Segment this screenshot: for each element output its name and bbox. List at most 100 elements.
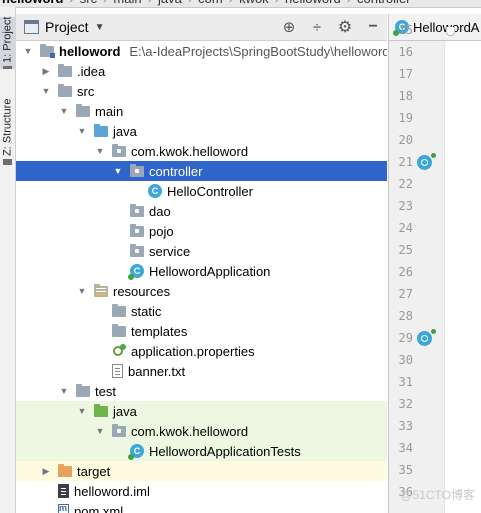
tree-node-banner-txt[interactable]: banner.txt bbox=[16, 361, 387, 381]
breadcrumb-separator-icon: › bbox=[148, 0, 152, 6]
tree-node-pojo[interactable]: pojo bbox=[16, 221, 387, 241]
iml-file-icon bbox=[58, 484, 69, 498]
navigation-breadcrumb: helloword › src › main › java › com › kwok › hellowo… bbox=[0, 0, 481, 8]
collapse-arrow-icon[interactable]: ▶ bbox=[40, 466, 52, 477]
breadcrumb-item[interactable]: com bbox=[198, 0, 223, 6]
fold-marker-icon[interactable] bbox=[446, 27, 455, 36]
tree-node-label: .idea bbox=[77, 63, 106, 79]
tree-node-main[interactable]: ▼ main bbox=[16, 101, 387, 121]
left-tool-strip: 1: Project Z: Structure bbox=[0, 7, 16, 513]
project-tool-icon bbox=[3, 66, 12, 69]
source-folder-icon bbox=[94, 123, 108, 137]
tree-node-templates[interactable]: templates bbox=[16, 321, 387, 341]
structure-tool-tab[interactable]: Z: Structure bbox=[0, 99, 16, 165]
package-icon bbox=[130, 163, 144, 177]
line-number: 16 bbox=[398, 45, 413, 59]
split-icon[interactable]: ÷ bbox=[303, 19, 331, 36]
breadcrumb-separator-icon: › bbox=[229, 0, 233, 6]
tree-node-java[interactable]: ▼ java bbox=[16, 121, 387, 141]
breadcrumb-item[interactable]: kwok bbox=[239, 0, 269, 6]
line-number: 23 bbox=[398, 199, 413, 213]
spring-bean-gutter-icon[interactable] bbox=[417, 329, 436, 346]
expand-arrow-icon[interactable]: ▼ bbox=[76, 406, 88, 416]
line-number: 32 bbox=[398, 397, 413, 411]
tree-node-label: src bbox=[77, 83, 95, 99]
tree-node-hellowordapplicationtests[interactable]: C HellowordApplicationTests bbox=[16, 441, 387, 461]
expand-arrow-icon[interactable]: ▼ bbox=[94, 146, 106, 156]
expand-arrow-icon[interactable]: ▼ bbox=[22, 46, 34, 56]
expand-arrow-icon[interactable]: ▼ bbox=[94, 426, 106, 436]
tree-node-label: test bbox=[95, 383, 116, 399]
tree-node-test[interactable]: ▼ test bbox=[16, 381, 387, 401]
project-tree[interactable]: ▼ helloword E:\a-IdeaProjects\SpringBootSt… bbox=[16, 41, 387, 513]
tree-node-service[interactable]: service bbox=[16, 241, 387, 261]
gear-icon[interactable]: ⚙ bbox=[331, 17, 359, 37]
breadcrumb-item[interactable]: src bbox=[80, 0, 97, 6]
tree-node-label: HellowordApplicationTests bbox=[149, 443, 301, 459]
expand-arrow-icon[interactable]: ▼ bbox=[112, 166, 124, 176]
tree-node-hellowordapplication[interactable]: C HellowordApplication bbox=[16, 261, 387, 281]
structure-tool-icon bbox=[3, 159, 12, 165]
tree-node-hellocontroller[interactable]: C HelloController bbox=[16, 181, 387, 201]
breadcrumb-item[interactable]: main bbox=[113, 0, 141, 6]
spring-bean-gutter-icon[interactable] bbox=[417, 153, 436, 170]
resources-folder-icon bbox=[94, 283, 108, 297]
tree-node-controller[interactable]: ▼ controller bbox=[16, 161, 387, 181]
tree-node-application-properties[interactable]: application.properties bbox=[16, 341, 387, 361]
breadcrumb-item[interactable]: java bbox=[158, 0, 182, 6]
tree-node-com-kwok-helloword[interactable]: ▼ com.kwok.helloword bbox=[16, 421, 387, 441]
breadcrumb-item[interactable]: helloword bbox=[2, 0, 63, 6]
project-panel-header: Project ▼ ⊕ ÷ ⚙ − bbox=[16, 14, 387, 41]
collapse-arrow-icon[interactable]: ▶ bbox=[40, 66, 52, 77]
chevron-down-icon[interactable]: ▼ bbox=[95, 22, 105, 33]
tree-node-label: com.kwok.helloword bbox=[131, 423, 249, 439]
package-icon bbox=[112, 423, 126, 437]
module-path: E:\a-IdeaProjects\SpringBootStudy\hellow… bbox=[129, 43, 387, 59]
tree-node-label: java bbox=[113, 123, 137, 139]
expand-arrow-icon[interactable]: ▼ bbox=[40, 86, 52, 96]
expand-arrow-icon[interactable]: ▼ bbox=[58, 386, 70, 396]
spring-class-icon: C bbox=[128, 444, 144, 460]
maven-file-icon bbox=[58, 503, 69, 513]
tree-node--idea[interactable]: ▶ .idea bbox=[16, 61, 387, 81]
text-file-icon bbox=[112, 364, 123, 378]
expand-arrow-icon[interactable]: ▼ bbox=[58, 106, 70, 116]
line-number: 34 bbox=[398, 441, 413, 455]
tree-node-label: dao bbox=[149, 203, 171, 219]
expand-arrow-icon[interactable]: ▼ bbox=[76, 286, 88, 296]
minimize-icon[interactable]: − bbox=[359, 18, 387, 36]
project-view-icon bbox=[24, 20, 39, 34]
breadcrumb-separator-icon: › bbox=[69, 0, 73, 6]
code-editor[interactable] bbox=[444, 41, 481, 513]
tree-node-helloword-iml[interactable]: helloword.iml bbox=[16, 481, 387, 501]
tree-node-label: application.properties bbox=[131, 343, 255, 359]
tree-node-resources[interactable]: ▼ resources bbox=[16, 281, 387, 301]
line-number: 35 bbox=[398, 463, 413, 477]
structure-tool-label: Z: Structure bbox=[1, 99, 14, 157]
breadcrumb-item[interactable]: controller bbox=[357, 0, 410, 6]
expand-arrow-icon[interactable]: ▼ bbox=[76, 126, 88, 136]
tree-node-label: com.kwok.helloword bbox=[131, 143, 249, 159]
breadcrumb-item[interactable]: helloword bbox=[285, 0, 341, 6]
tree-node-pom-xml[interactable]: pom.xml bbox=[16, 501, 387, 513]
project-view-selector[interactable]: Project bbox=[45, 19, 89, 35]
breadcrumb-separator-icon: › bbox=[103, 0, 107, 6]
tree-node-label: HelloController bbox=[167, 183, 253, 199]
line-number: 21 bbox=[398, 155, 413, 169]
line-number: 28 bbox=[398, 309, 413, 323]
tree-node-label: static bbox=[131, 303, 162, 319]
tree-node-label: HellowordApplication bbox=[149, 263, 271, 279]
editor-gutter[interactable]: 15 16 17 18 19 20 21 22 23 24 25 26 27 28 29 30 31 32 33 34… bbox=[388, 23, 481, 513]
tree-node-dao[interactable]: dao bbox=[16, 201, 387, 221]
project-tool-tab[interactable]: 1: Project bbox=[0, 17, 16, 69]
tree-node-com-kwok-helloword[interactable]: ▼ com.kwok.helloword bbox=[16, 141, 387, 161]
tree-node-static[interactable]: static bbox=[16, 301, 387, 321]
tree-node-label: resources bbox=[113, 283, 171, 299]
tree-node-src[interactable]: ▼ src bbox=[16, 81, 387, 101]
line-number: 33 bbox=[398, 419, 413, 433]
package-icon bbox=[130, 243, 144, 257]
tree-node-java[interactable]: ▼ java bbox=[16, 401, 387, 421]
tree-node-helloword[interactable]: ▼ helloword E:\a-IdeaProjects\SpringBootSt… bbox=[16, 41, 387, 61]
target-icon[interactable]: ⊕ bbox=[275, 18, 303, 36]
tree-node-target[interactable]: ▶ target bbox=[16, 461, 387, 481]
